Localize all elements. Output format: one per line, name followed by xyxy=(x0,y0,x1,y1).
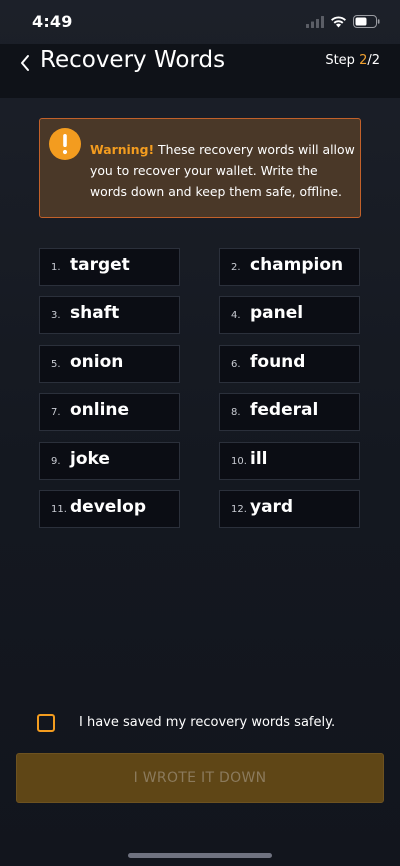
word-number: 10. xyxy=(231,456,247,467)
wrote-it-down-label: I WROTE IT DOWN xyxy=(133,770,267,786)
saved-words-checkbox[interactable] xyxy=(37,714,55,732)
word-text: shaft xyxy=(70,303,120,323)
word-cell: 3. shaft xyxy=(39,296,180,334)
page-title: Recovery Words xyxy=(40,47,226,73)
word-text: federal xyxy=(250,400,319,420)
step-prefix: Step xyxy=(325,53,360,68)
word-text: found xyxy=(250,352,306,372)
exclamation-icon xyxy=(49,128,81,160)
word-cell: 7. online xyxy=(39,393,180,431)
nav-header: Recovery Words Step 2/2 xyxy=(0,44,400,98)
word-cell: 1. target xyxy=(39,248,180,286)
word-cell: 10. ill xyxy=(219,442,360,480)
status-bar: 4:49 xyxy=(0,0,400,44)
word-text: panel xyxy=(250,303,304,323)
word-number: 9. xyxy=(51,456,61,467)
battery-icon xyxy=(353,13,380,32)
word-text: develop xyxy=(70,497,146,517)
confirm-label: I have saved my recovery words safely. xyxy=(79,715,336,730)
home-indicator xyxy=(128,853,272,858)
word-cell: 11. develop xyxy=(39,490,180,528)
confirm-row[interactable]: I have saved my recovery words safely. xyxy=(37,714,367,734)
word-number: 7. xyxy=(51,407,61,418)
word-number: 11. xyxy=(51,504,67,515)
word-number: 8. xyxy=(231,407,241,418)
word-cell: 2. champion xyxy=(219,248,360,286)
step-indicator: Step 2/2 xyxy=(325,53,380,68)
status-time: 4:49 xyxy=(32,12,73,31)
word-cell: 4. panel xyxy=(219,296,360,334)
word-number: 2. xyxy=(231,262,241,273)
step-total: /2 xyxy=(367,53,380,68)
word-text: yard xyxy=(250,497,294,517)
status-icons xyxy=(306,13,380,32)
word-number: 3. xyxy=(51,310,61,321)
wifi-icon xyxy=(330,13,347,32)
word-text: joke xyxy=(70,449,110,469)
back-button[interactable] xyxy=(14,54,36,76)
word-text: onion xyxy=(70,352,124,372)
word-number: 6. xyxy=(231,359,241,370)
word-text: ill xyxy=(250,449,268,469)
recovery-words-screen: 4:49 Recovery Words Step 2/2 Warning! Th… xyxy=(0,0,400,866)
word-text: online xyxy=(70,400,130,420)
word-number: 1. xyxy=(51,262,61,273)
warning-box: Warning! These recovery words will allow… xyxy=(39,118,361,218)
word-cell: 12. yard xyxy=(219,490,360,528)
word-text: target xyxy=(70,255,130,275)
word-number: 4. xyxy=(231,310,241,321)
warning-label: Warning! xyxy=(90,142,155,157)
word-number: 5. xyxy=(51,359,61,370)
word-cell: 5. onion xyxy=(39,345,180,383)
word-cell: 9. joke xyxy=(39,442,180,480)
word-cell: 6. found xyxy=(219,345,360,383)
signal-icon xyxy=(306,13,324,32)
wrote-it-down-button[interactable]: I WROTE IT DOWN xyxy=(16,753,384,803)
warning-text: Warning! These recovery words will allow… xyxy=(90,139,356,202)
word-cell: 8. federal xyxy=(219,393,360,431)
word-number: 12. xyxy=(231,504,247,515)
chevron-left-icon xyxy=(19,54,31,76)
word-text: champion xyxy=(250,255,344,275)
